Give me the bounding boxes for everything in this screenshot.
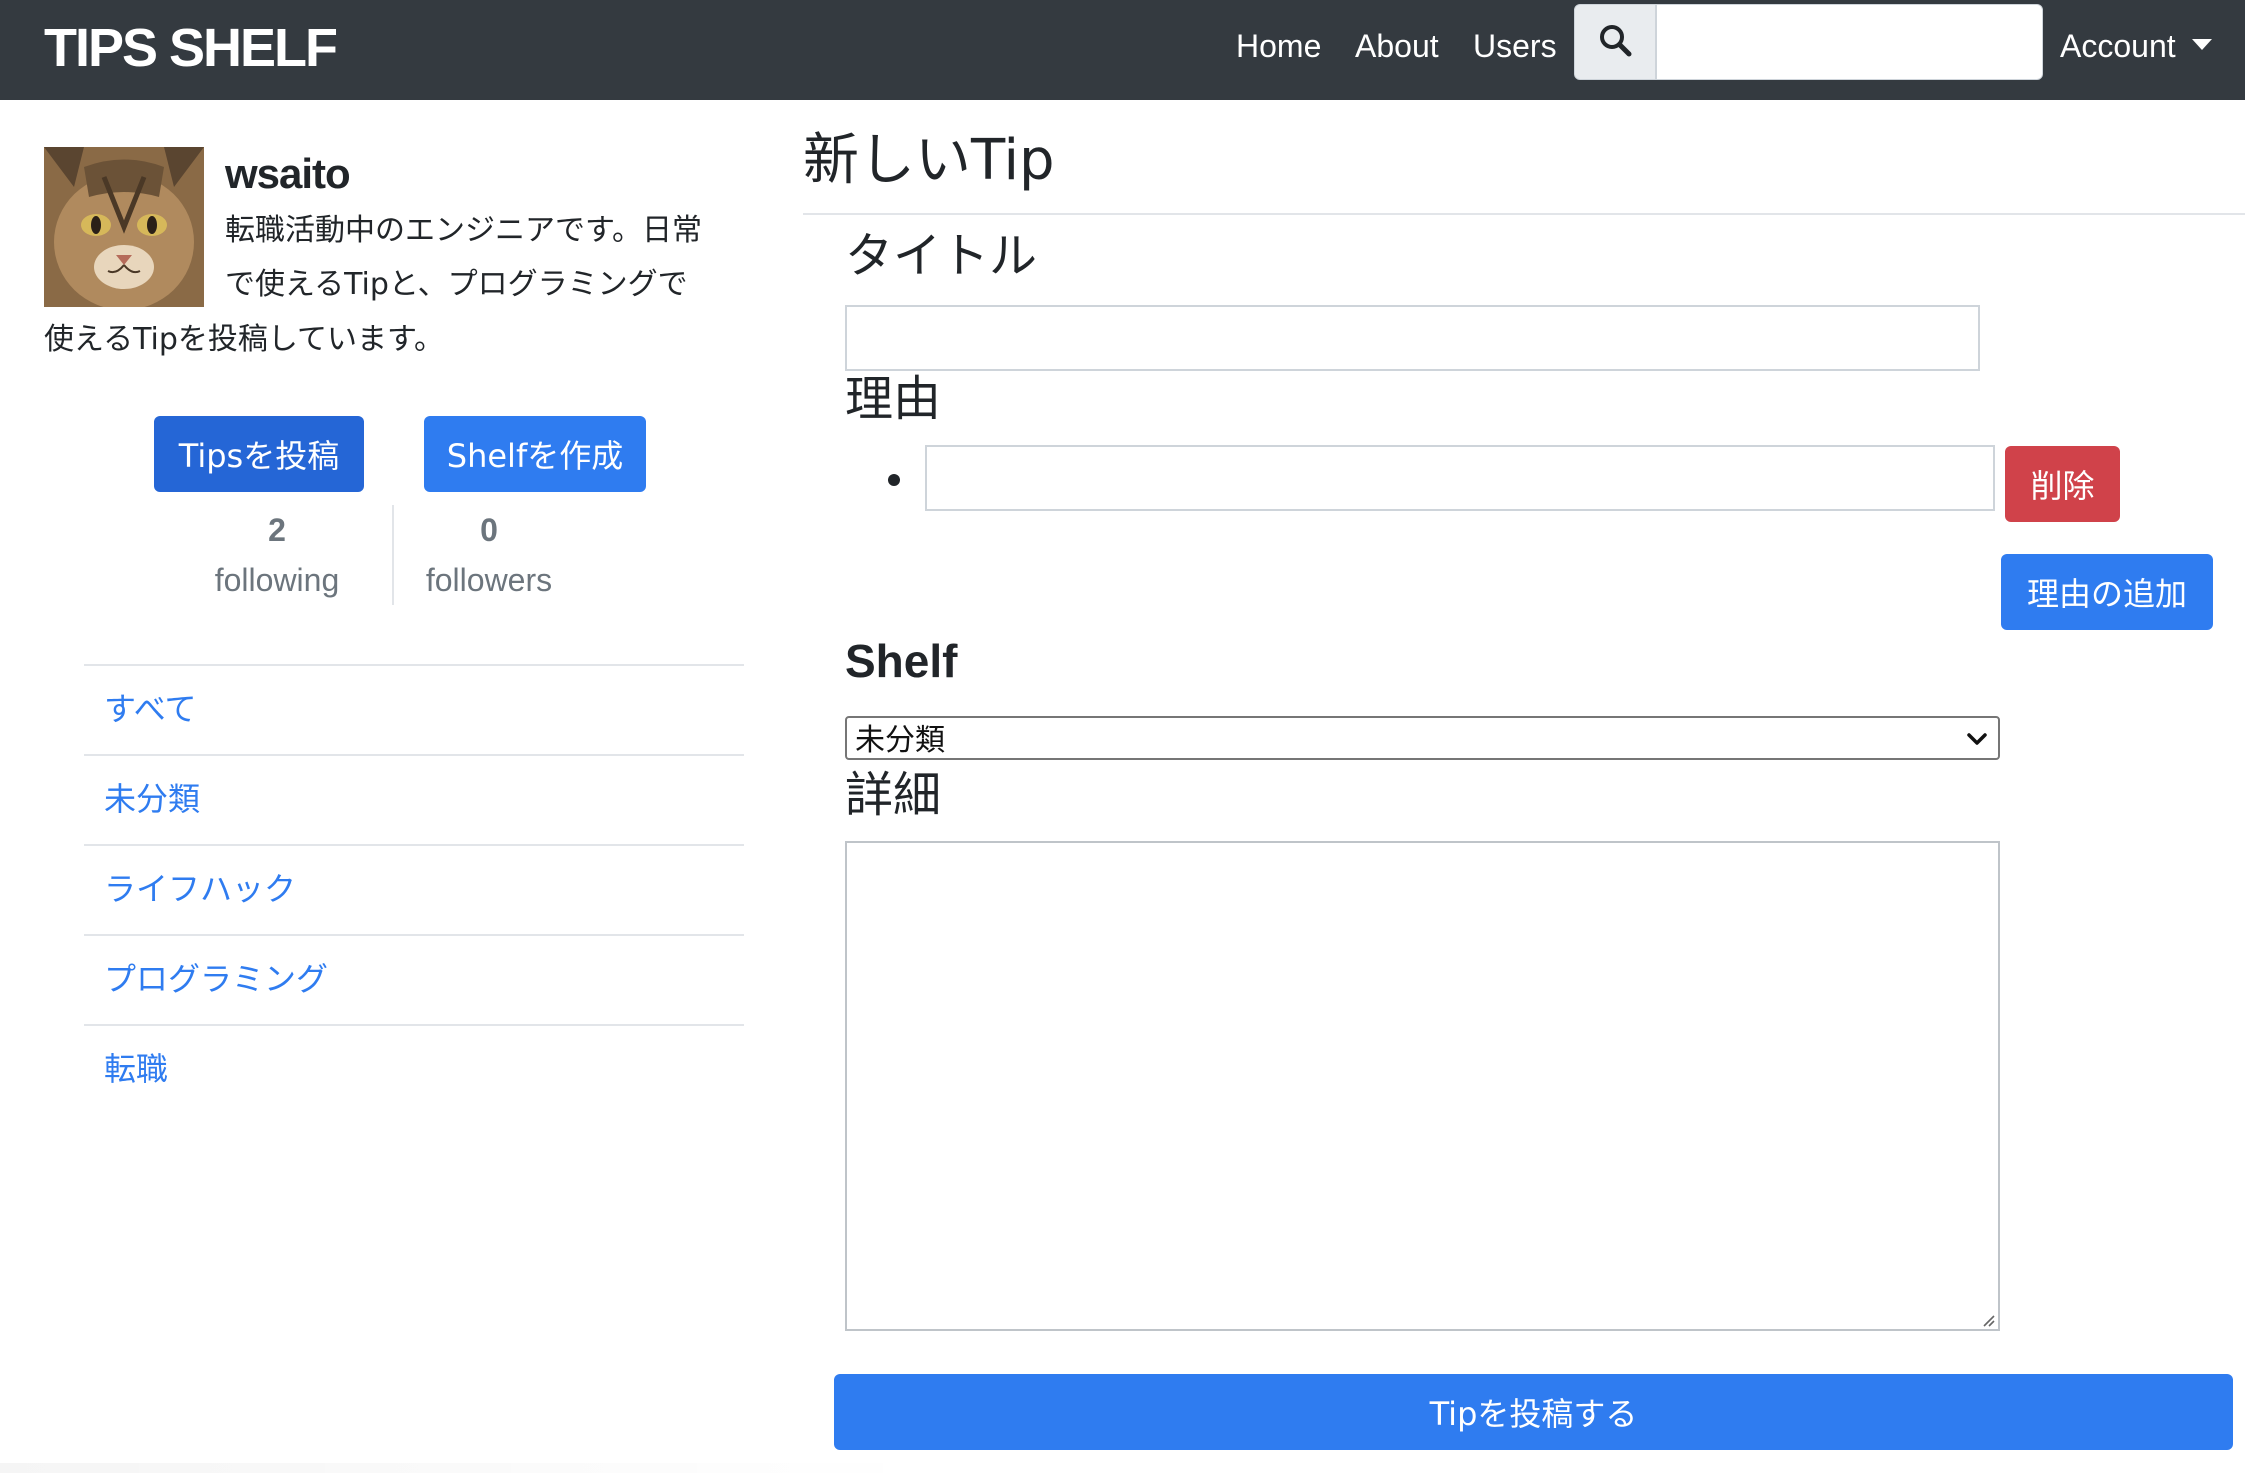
add-reason-button[interactable]: 理由の追加 xyxy=(2001,554,2213,630)
chevron-down-icon xyxy=(1966,728,1988,754)
title-field-label: タイトル xyxy=(845,228,1038,284)
caret-down-icon xyxy=(2191,39,2212,51)
brand-logo[interactable]: TIPS SHELF xyxy=(44,18,338,78)
shelf-field-label: Shelf xyxy=(845,635,958,687)
followers-count[interactable]: 0 xyxy=(424,512,554,549)
profile-bio-line: で使えるTipと、プログラミングで xyxy=(225,267,688,302)
bottom-edge-shadow xyxy=(0,1463,930,1473)
shelf-item-lifehack[interactable]: ライフハック xyxy=(84,844,744,934)
followers-label[interactable]: followers xyxy=(404,562,574,599)
search-icon xyxy=(1598,23,1632,61)
shelf-select-value: 未分類 xyxy=(855,723,945,758)
reason-field-label: 理由 xyxy=(845,371,942,427)
stats-divider xyxy=(392,505,394,605)
resize-handle-icon[interactable] xyxy=(1980,1312,1996,1332)
shelf-item-uncategorized[interactable]: 未分類 xyxy=(84,754,744,844)
post-tips-button[interactable]: Tipsを投稿 xyxy=(154,416,364,492)
profile-bio-line: 転職活動中のエンジニアです。日常 xyxy=(225,213,702,248)
shelf-item-job-change[interactable]: 転職 xyxy=(84,1024,744,1114)
following-label[interactable]: following xyxy=(192,562,362,599)
avatar xyxy=(44,147,204,307)
title-divider xyxy=(803,213,2245,215)
reason-input[interactable] xyxy=(925,445,1995,511)
top-navbar: TIPS SHELF Home About Users Account xyxy=(0,0,2245,100)
nav-link-home[interactable]: Home xyxy=(1236,26,1321,66)
account-label: Account xyxy=(2060,28,2176,64)
shelf-select[interactable]: 未分類 xyxy=(845,716,2000,760)
cat-avatar-icon xyxy=(44,147,204,307)
profile-bio-line: 使えるTipを投稿しています。 xyxy=(44,322,444,357)
detail-field-label: 詳細 xyxy=(845,767,942,823)
shelf-item-all[interactable]: すべて xyxy=(84,664,744,754)
detail-textarea[interactable] xyxy=(845,841,2000,1331)
search-button[interactable] xyxy=(1574,4,1656,80)
reason-bullet xyxy=(888,474,900,486)
delete-reason-button[interactable]: 削除 xyxy=(2005,446,2120,522)
search-input[interactable] xyxy=(1656,4,2043,80)
page-title: 新しいTip xyxy=(803,128,1055,193)
nav-link-users[interactable]: Users xyxy=(1473,26,1557,66)
shelf-item-programming[interactable]: プログラミング xyxy=(84,934,744,1024)
shelf-list: すべて 未分類 ライフハック プログラミング 転職 xyxy=(84,664,744,1114)
submit-tip-button[interactable]: Tipを投稿する xyxy=(834,1374,2233,1450)
following-count[interactable]: 2 xyxy=(212,512,342,549)
account-dropdown[interactable]: Account xyxy=(2060,26,2212,66)
create-shelf-button[interactable]: Shelfを作成 xyxy=(424,416,646,492)
profile-username[interactable]: wsaito xyxy=(225,148,351,200)
title-input[interactable] xyxy=(845,305,1980,371)
nav-link-about[interactable]: About xyxy=(1355,26,1439,66)
